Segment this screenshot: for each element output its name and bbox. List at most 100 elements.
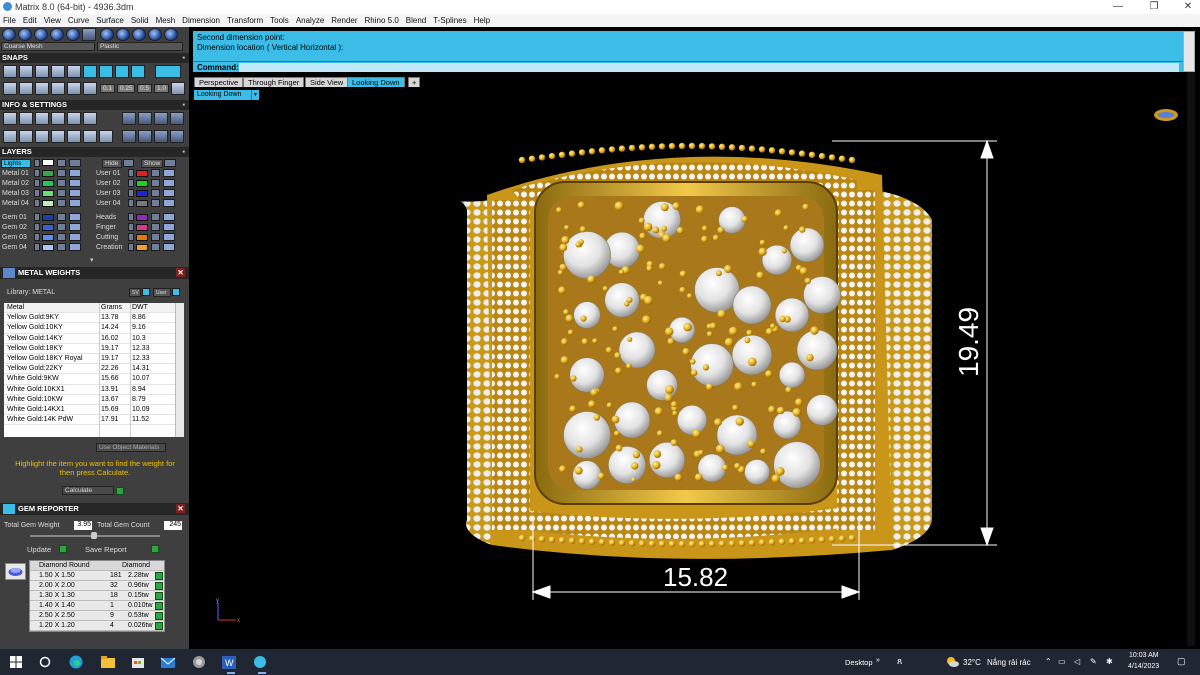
- layer-row[interactable]: Gem 02: [0, 223, 92, 232]
- layer-lock-icon[interactable]: [151, 189, 160, 197]
- menu-dimension[interactable]: Dimension: [182, 16, 220, 25]
- layer-name[interactable]: Heads: [96, 213, 129, 222]
- tab-looking-down[interactable]: Looking Down: [347, 77, 405, 87]
- layer-row[interactable]: Metal 02: [0, 179, 92, 188]
- layer-name[interactable]: Creation: [96, 243, 129, 252]
- clock-date[interactable]: 4/14/2023: [1128, 663, 1159, 670]
- menu-analyze[interactable]: Analyze: [296, 16, 324, 25]
- hide-toggle[interactable]: [123, 159, 134, 167]
- layer-toggle[interactable]: [128, 189, 134, 197]
- layer-visibility-icon[interactable]: [163, 233, 175, 241]
- windows-start-icon[interactable]: [10, 656, 22, 670]
- app-icon[interactable]: [191, 655, 207, 669]
- layer-name[interactable]: User 04: [96, 199, 129, 208]
- tab-side-view[interactable]: Side View: [305, 77, 349, 87]
- layer-color-swatch[interactable]: [136, 180, 148, 187]
- layer-name[interactable]: Metal 04: [2, 199, 35, 208]
- snap-point-icon[interactable]: [51, 65, 65, 78]
- layer-lock-icon[interactable]: [151, 199, 160, 207]
- pave-icon[interactable]: [138, 130, 152, 143]
- layer-name[interactable]: User 02: [96, 179, 129, 188]
- layer-row[interactable]: Gem 04: [0, 243, 92, 252]
- layer-row[interactable]: Creation: [94, 243, 186, 252]
- material-sphere-icon[interactable]: [132, 28, 146, 41]
- layer-color-swatch[interactable]: [136, 170, 148, 177]
- layer-color-swatch[interactable]: [42, 180, 54, 187]
- layer-toggle[interactable]: [34, 159, 40, 167]
- table-row[interactable]: White Gold:14K PdW 17.91 11.52: [4, 415, 175, 426]
- layer-row[interactable]: Metal 04: [0, 199, 92, 208]
- layer-row[interactable]: User 03: [94, 189, 186, 198]
- expand-layers-icon[interactable]: ▾: [90, 256, 94, 264]
- use-object-materials-button[interactable]: Use Object Materials: [96, 443, 166, 452]
- layer-lock-icon[interactable]: [57, 189, 66, 197]
- layer-toggle[interactable]: [34, 243, 40, 251]
- layer-color-swatch[interactable]: [136, 234, 148, 241]
- menu-file[interactable]: File: [3, 16, 16, 25]
- layer-color-swatch[interactable]: [136, 214, 148, 221]
- tab-through-finger[interactable]: Through Finger: [243, 77, 305, 87]
- layer-row[interactable]: Gem 03: [0, 233, 92, 242]
- layer-visibility-icon[interactable]: [69, 169, 81, 177]
- layer-name[interactable]: User 03: [96, 189, 129, 198]
- matrix-taskbar-icon[interactable]: [252, 655, 268, 669]
- layer-name[interactable]: Gem 04: [2, 243, 35, 252]
- layer-color-swatch[interactable]: [42, 224, 54, 231]
- layer-visibility-icon[interactable]: [163, 169, 175, 177]
- language-icon[interactable]: ✱: [1106, 657, 1113, 666]
- minimize-button[interactable]: —: [1108, 1, 1128, 13]
- gem-tool-icon[interactable]: [122, 130, 136, 143]
- layer-row[interactable]: Metal 03: [0, 189, 92, 198]
- layer-row[interactable]: User 04: [94, 199, 186, 208]
- menu-blend[interactable]: Blend: [406, 16, 426, 25]
- gem-slider-handle[interactable]: [91, 532, 97, 539]
- menu-solid[interactable]: Solid: [131, 16, 149, 25]
- viewport-looking-down[interactable]: 19.49 15.82 y x: [192, 100, 1195, 646]
- snap-grid-toggle-icon[interactable]: [171, 82, 185, 95]
- people-icon[interactable]: ጸ: [897, 656, 902, 667]
- gem-table-row[interactable]: 2.00 X 2.00 32 0.96tw: [30, 581, 164, 591]
- layer-row[interactable]: Cutting: [94, 233, 186, 242]
- show-button[interactable]: Show: [141, 159, 163, 168]
- snap-end-icon[interactable]: [19, 65, 33, 78]
- layer-visibility-icon[interactable]: [69, 189, 81, 197]
- layer-toggle[interactable]: [128, 223, 134, 231]
- layer-color-swatch[interactable]: [42, 234, 54, 241]
- gem-row-select-icon[interactable]: [155, 572, 163, 580]
- menu-transform[interactable]: Transform: [227, 16, 263, 25]
- snap-cen-icon[interactable]: [67, 65, 81, 78]
- store-icon[interactable]: [130, 655, 146, 669]
- layer-lock-icon[interactable]: [151, 223, 160, 231]
- grid-view-icon[interactable]: [3, 130, 17, 143]
- pencil-icon[interactable]: [83, 112, 97, 125]
- snap-int-icon[interactable]: [83, 65, 97, 78]
- close-button[interactable]: ✕: [1178, 1, 1198, 13]
- properties-icon[interactable]: [67, 112, 81, 125]
- table-row[interactable]: White Gold:10KW 13.67 8.79: [4, 395, 175, 405]
- layer-visibility-icon[interactable]: [163, 179, 175, 187]
- table-row[interactable]: White Gold:9KW 15.66 10.07: [4, 374, 175, 385]
- menu-help[interactable]: Help: [474, 16, 490, 25]
- menu-rhino5[interactable]: Rhino 5.0: [365, 16, 399, 25]
- table-row[interactable]: White Gold:10KX1 13.91 8.94: [4, 385, 175, 395]
- render-mode-icon[interactable]: [82, 28, 96, 41]
- metal-table-scrollbar[interactable]: [175, 303, 184, 437]
- layer-visibility-icon[interactable]: [69, 179, 81, 187]
- word-icon[interactable]: W: [221, 655, 237, 669]
- gem-table-row[interactable]: 1.50 X 1.50 181 2.28tw: [30, 571, 164, 581]
- layer-toggle[interactable]: [34, 233, 40, 241]
- snap-planar-icon[interactable]: [19, 82, 33, 95]
- layer-toggle[interactable]: [128, 179, 134, 187]
- layer-name[interactable]: Gem 02: [2, 223, 35, 232]
- add-tab-button[interactable]: +: [408, 77, 421, 87]
- tab-perspective[interactable]: Perspective: [194, 77, 244, 87]
- layer-toggle[interactable]: [34, 169, 40, 177]
- layer-visibility-icon[interactable]: [69, 223, 81, 231]
- layer-visibility-icon[interactable]: [69, 199, 81, 207]
- layer-lock-icon[interactable]: [57, 223, 66, 231]
- layer-lock-icon[interactable]: [151, 179, 160, 187]
- layer-visibility-icon[interactable]: [69, 233, 81, 241]
- lights-layer[interactable]: Lights: [1, 159, 31, 168]
- filter-icon[interactable]: [67, 130, 81, 143]
- mail-icon[interactable]: [160, 655, 176, 669]
